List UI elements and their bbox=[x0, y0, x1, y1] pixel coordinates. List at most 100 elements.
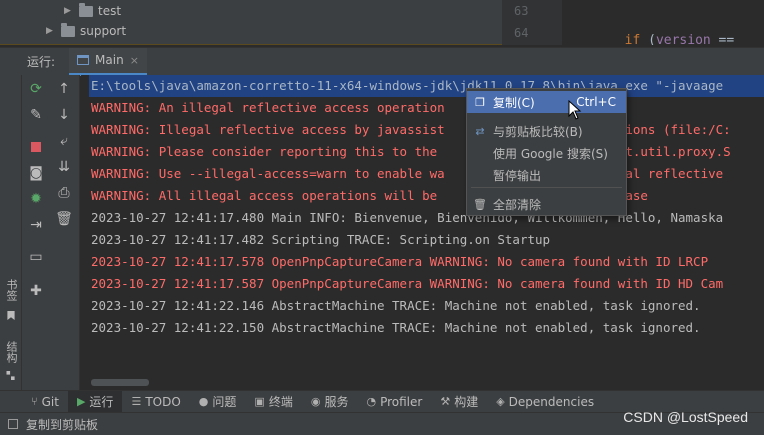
run-panel-header: 运行: Main × bbox=[0, 47, 764, 76]
mouse-cursor-icon bbox=[568, 100, 582, 120]
console-line[interactable]: WARNING: Use --illegal-access=warn to en… bbox=[91, 163, 723, 185]
top-area: ▶ test ▶ support 63 64 if (version == ve… bbox=[0, 0, 764, 45]
wrench-icon[interactable]: ✎ bbox=[22, 105, 50, 125]
menu-item-shortcut: Ctrl+C bbox=[576, 95, 616, 109]
tab-label: 终端 bbox=[268, 395, 293, 409]
divider bbox=[0, 44, 502, 45]
debug-icon[interactable]: ✹ bbox=[22, 189, 50, 209]
structure-label[interactable]: 结构 bbox=[3, 341, 19, 363]
tab-build[interactable]: ⚒ 构建 bbox=[431, 391, 487, 413]
tab-label: Dependencies bbox=[508, 394, 595, 409]
bookmark-icon[interactable] bbox=[6, 311, 16, 320]
code-variable: version bbox=[655, 33, 711, 45]
stop-icon[interactable] bbox=[22, 137, 50, 157]
window-icon bbox=[77, 55, 90, 65]
left-tool-stripe: 书签 结构 bbox=[0, 75, 22, 390]
tab-services[interactable]: ◉ 服务 bbox=[302, 391, 358, 413]
exit-icon[interactable]: ⇥ bbox=[22, 215, 50, 235]
run-icon: ▶ bbox=[76, 395, 86, 408]
structure-icon[interactable] bbox=[6, 371, 16, 380]
tree-item-label: support bbox=[80, 24, 127, 38]
tab-label: TODO bbox=[145, 394, 181, 409]
scroll-to-end-icon[interactable]: ⇊ bbox=[50, 157, 78, 177]
watermark: CSDN @LostSpeed bbox=[623, 409, 748, 425]
terminal-icon: ▣ bbox=[254, 395, 265, 408]
tab-label: 构建 bbox=[454, 395, 479, 409]
arrow-up-icon[interactable]: ↑ bbox=[50, 79, 78, 99]
menu-item-label: 与剪贴板比较(B) bbox=[493, 124, 583, 139]
run-toolbar-secondary: ↑ ↓ ⤶ ⇊ ⎙ 🗑 bbox=[50, 75, 80, 390]
tab-problems[interactable]: ● 问题 bbox=[190, 391, 246, 413]
tab-dependencies[interactable]: ◈ Dependencies bbox=[487, 391, 603, 413]
problems-icon: ● bbox=[198, 395, 209, 408]
bookmarks-label[interactable]: 书签 bbox=[3, 279, 19, 301]
menu-separator bbox=[471, 187, 622, 188]
tree-item-test[interactable]: ▶ test bbox=[64, 0, 121, 22]
tab-run[interactable]: ▶ 运行 bbox=[67, 390, 123, 413]
copy-icon: ❐ bbox=[475, 95, 485, 109]
tab-profiler[interactable]: ◔ Profiler bbox=[357, 391, 431, 413]
console-line[interactable]: 2023-10-27 12:41:17.480 Main INFO: Bienv… bbox=[91, 207, 723, 229]
tab-main[interactable]: Main × bbox=[69, 47, 147, 76]
menu-item-pause-output[interactable]: 暂停输出 bbox=[467, 164, 626, 186]
dependencies-icon: ◈ bbox=[496, 395, 505, 408]
tab-label: 服务 bbox=[324, 395, 349, 409]
tree-item-support[interactable]: ▶ support bbox=[46, 20, 126, 42]
run-toolbar-primary: ⟳ ✎ ◙ ✹ ⇥ ▭ ✚ bbox=[22, 75, 50, 390]
layout-icon[interactable]: ▭ bbox=[22, 247, 50, 267]
horizontal-scrollbar[interactable] bbox=[91, 379, 149, 386]
tab-label: Profiler bbox=[380, 394, 423, 409]
menu-item-label: 全部清除 bbox=[493, 197, 542, 212]
rerun-icon[interactable]: ⟳ bbox=[22, 79, 50, 99]
menu-item-label: 使用 Google 搜索(S) bbox=[493, 146, 608, 161]
tab-label: 运行 bbox=[89, 395, 114, 409]
menu-item-copy[interactable]: ❐ 复制(C) Ctrl+C bbox=[467, 91, 626, 113]
console-line[interactable]: WARNING: Please consider reporting this … bbox=[91, 141, 731, 163]
console-line[interactable]: E:\tools\java\amazon-corretto-11-x64-win… bbox=[89, 75, 764, 97]
tab-label: Git bbox=[41, 394, 59, 409]
console-line[interactable]: WARNING: An illegal reflective access op… bbox=[91, 97, 445, 119]
compare-icon: ⇄ bbox=[475, 124, 485, 138]
code-lines[interactable]: if (version == version = bbox=[562, 0, 735, 45]
tab-todo[interactable]: ☰ TODO bbox=[122, 391, 189, 413]
console-line[interactable]: 2023-10-27 12:41:22.146 AbstractMachine … bbox=[91, 295, 701, 317]
todo-icon: ☰ bbox=[131, 395, 142, 408]
line-number: 63 bbox=[514, 4, 529, 18]
tab-terminal[interactable]: ▣ 终端 bbox=[245, 391, 301, 413]
menu-item-label: 复制(C) bbox=[493, 95, 535, 110]
build-icon: ⚒ bbox=[440, 395, 451, 408]
camera-icon[interactable]: ◙ bbox=[22, 163, 50, 183]
soft-wrap-icon[interactable]: ⤶ bbox=[50, 131, 78, 151]
services-icon: ◉ bbox=[310, 395, 321, 408]
menu-item-compare-clipboard[interactable]: ⇄ 与剪贴板比较(B) bbox=[467, 120, 626, 142]
trash-icon[interactable]: 🗑 bbox=[50, 209, 78, 229]
console-line[interactable]: 2023-10-27 12:41:17.587 OpenPnpCaptureCa… bbox=[91, 273, 723, 295]
context-menu: ❐ 复制(C) Ctrl+C ⇄ 与剪贴板比较(B) 使用 Google 搜索(… bbox=[466, 88, 627, 216]
tree-item-label: test bbox=[98, 4, 122, 18]
trash-icon: 🗑 bbox=[473, 197, 487, 211]
console-line[interactable]: 2023-10-27 12:41:17.578 OpenPnpCaptureCa… bbox=[91, 251, 708, 273]
chevron-right-icon[interactable]: ▶ bbox=[64, 6, 74, 16]
close-icon[interactable]: × bbox=[130, 54, 139, 67]
console-output[interactable]: E:\tools\java\amazon-corretto-11-x64-win… bbox=[81, 75, 764, 390]
print-icon[interactable]: ⎙ bbox=[50, 183, 78, 203]
tab-label: 问题 bbox=[212, 395, 237, 409]
menu-item-clear-all[interactable]: 🗑 全部清除 bbox=[467, 193, 626, 215]
menu-item-google-search[interactable]: 使用 Google 搜索(S) bbox=[467, 142, 626, 164]
console-line[interactable]: WARNING: Illegal reflective access by ja… bbox=[91, 119, 731, 141]
code-line[interactable]: if (version == bbox=[562, 30, 735, 45]
tab-git[interactable]: ⑂ Git bbox=[22, 391, 68, 413]
tab-label: Main bbox=[95, 53, 124, 67]
status-message: 复制到剪贴板 bbox=[26, 417, 99, 432]
arrow-down-icon[interactable]: ↓ bbox=[50, 105, 78, 125]
pin-icon[interactable]: ✚ bbox=[22, 281, 50, 301]
profiler-icon: ◔ bbox=[366, 395, 377, 408]
folder-icon bbox=[61, 22, 75, 37]
tool-window-toggle-icon[interactable] bbox=[8, 419, 18, 429]
line-gutter: 63 64 bbox=[502, 0, 562, 45]
console-line[interactable]: 2023-10-27 12:41:17.482 Scripting TRACE:… bbox=[91, 229, 550, 251]
menu-item-label: 暂停输出 bbox=[493, 168, 542, 183]
chevron-right-icon[interactable]: ▶ bbox=[46, 26, 56, 36]
code-editor[interactable]: 63 64 if (version == version = bbox=[502, 0, 764, 45]
console-line[interactable]: 2023-10-27 12:41:22.150 AbstractMachine … bbox=[91, 317, 701, 339]
